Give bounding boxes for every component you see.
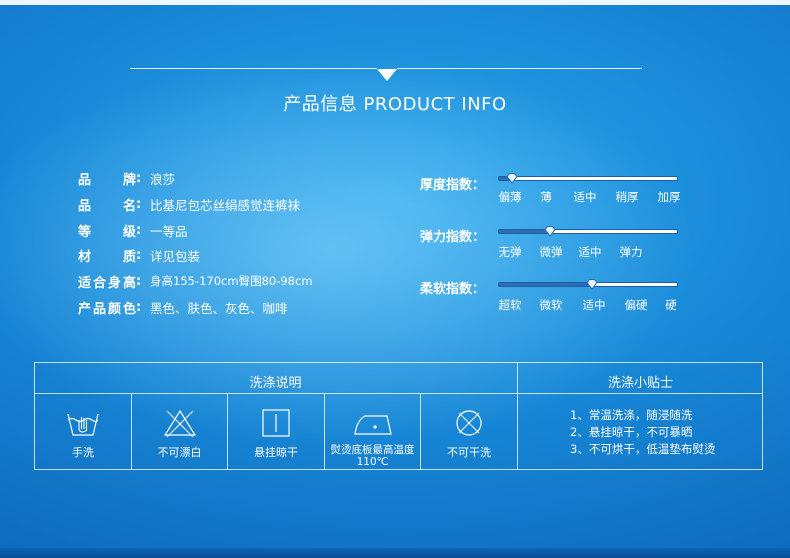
hang-dry-icon xyxy=(262,409,290,437)
wash-label: 不可干洗 xyxy=(447,446,491,459)
softness-scale-label: 超软 xyxy=(498,298,522,312)
iron-low-icon xyxy=(353,415,392,435)
wash-tips-header: 洗涤小贴士 xyxy=(607,376,673,391)
spec-row-brand: 品牌: 浪莎 xyxy=(78,170,176,188)
softness-level-marker-icon xyxy=(585,279,598,290)
spec-label: 材质 xyxy=(78,249,136,265)
wash-label: 不可漂白 xyxy=(157,446,202,459)
spec-value: 身高155-170cm臀围80-98cm xyxy=(150,274,313,288)
elasticity-scale-label: 微弹 xyxy=(539,245,563,259)
wash-cell-hang-dry: 悬挂晾干 xyxy=(228,394,324,470)
wash-cell-iron: 熨烫底板最高温度110℃ xyxy=(325,394,420,470)
spec-row-colors: 产品颜色: 黑色、肤色、灰色、咖啡 xyxy=(78,299,288,317)
thickness-level-marker-icon xyxy=(506,173,519,184)
spec-value: 浪莎 xyxy=(150,171,176,187)
wash-cell-hand-wash: 手洗 xyxy=(35,394,131,470)
spec-row-height: 适合身高: 身高155-170cm臀围80-98cm xyxy=(78,273,313,291)
spec-row-material: 材质: 详见包装 xyxy=(78,247,201,265)
top-border xyxy=(0,0,790,5)
spec-row-name: 品名: 比基尼包芯丝绢感觉连裤袜 xyxy=(78,196,301,214)
spec-label: 等级 xyxy=(78,224,136,240)
thickness-scale-label: 稍厚 xyxy=(615,190,639,204)
wash-tip-item: 1、常温洗涤，随浸随洗 xyxy=(570,408,693,422)
hand-wash-icon xyxy=(67,413,99,436)
wash-tip-item: 3、不可烘干，低温垫布熨烫 xyxy=(570,442,716,456)
spec-value: 一等品 xyxy=(150,223,188,239)
product-info-page: 产品信息 PRODUCT INFO 品牌: 浪莎 品名: 比基尼包芯丝绢感觉连裤… xyxy=(0,0,790,558)
spec-label: 品名 xyxy=(78,198,136,214)
thickness-slider xyxy=(498,176,678,181)
thickness-scale-label: 偏薄 xyxy=(498,190,522,204)
spec-label: 品牌 xyxy=(78,172,136,188)
spec-label: 适合身高 xyxy=(78,275,136,291)
thickness-scale-label: 加厚 xyxy=(657,190,681,204)
elasticity-level-marker-icon xyxy=(544,226,556,237)
header-divider-left xyxy=(130,68,377,69)
no-dry-clean-icon xyxy=(456,410,482,436)
thickness-index-label: 厚度指数： xyxy=(420,178,486,193)
spec-label: 产品颜色 xyxy=(78,301,136,317)
thickness-scale-label: 薄 xyxy=(540,190,552,204)
softness-slider-fill xyxy=(499,283,593,286)
bottom-border xyxy=(0,548,790,558)
wash-instructions-header: 洗涤说明 xyxy=(249,376,302,391)
wash-label: 悬挂晾干 xyxy=(254,446,298,459)
wash-cell-no-bleach: 不可漂白 xyxy=(132,394,227,470)
thickness-scale-label: 适中 xyxy=(573,190,597,204)
softness-index-label: 柔软指数： xyxy=(420,282,486,297)
softness-scale-label: 硬 xyxy=(665,298,677,312)
wash-tips-list: 1、常温洗涤，随浸随洗 2、悬挂晾干，不可暴晒 3、不可烘干，低温垫布熨烫 xyxy=(570,407,715,458)
elasticity-index-label: 弹力指数： xyxy=(420,230,486,245)
softness-scale-label: 微软 xyxy=(539,298,563,312)
wash-label: 手洗 xyxy=(72,446,94,459)
spec-row-grade: 等级: 一等品 xyxy=(78,222,188,240)
elasticity-scale-label: 适中 xyxy=(578,245,602,259)
wash-tip-item: 2、悬挂晾干，不可暴晒 xyxy=(570,425,693,439)
spec-value: 详见包装 xyxy=(150,248,201,264)
header-down-arrow-icon xyxy=(377,69,397,81)
softness-scale-label: 偏硬 xyxy=(624,298,648,312)
softness-scale-label: 适中 xyxy=(582,298,606,312)
spec-value: 比基尼包芯丝绢感觉连裤袜 xyxy=(150,197,301,213)
elasticity-scale-label: 弹力 xyxy=(619,245,643,259)
elasticity-scale-label: 无弹 xyxy=(498,245,522,259)
wash-cell-no-dry-clean: 不可干洗 xyxy=(421,394,517,470)
spec-value: 黑色、肤色、灰色、咖啡 xyxy=(150,300,288,316)
elasticity-slider xyxy=(498,229,678,234)
no-bleach-icon xyxy=(163,409,196,438)
section-title: 产品信息 PRODUCT INFO xyxy=(283,94,507,115)
header-divider-right xyxy=(397,68,642,69)
wash-label: 熨烫底板最高温度110℃ xyxy=(330,444,415,468)
